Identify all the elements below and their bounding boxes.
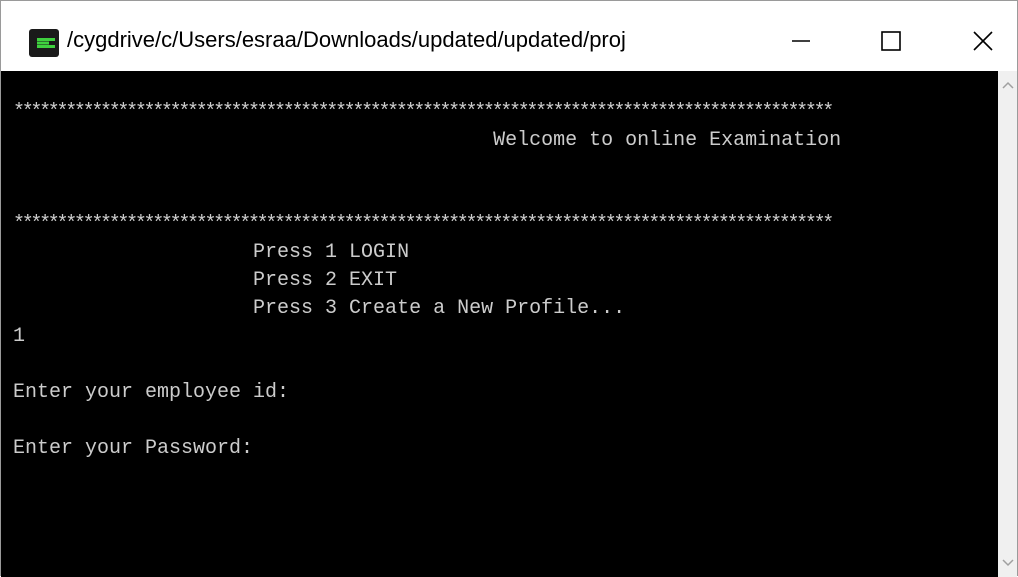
- maximize-button[interactable]: [861, 17, 921, 65]
- console-line: ****************************************…: [13, 213, 834, 236]
- chevron-down-icon: [1001, 559, 1014, 567]
- minimize-button[interactable]: [771, 17, 831, 65]
- window-title: /cygdrive/c/Users/esraa/Downloads/update…: [67, 27, 626, 52]
- close-button[interactable]: [953, 17, 1013, 65]
- chevron-up-icon: [1001, 81, 1014, 89]
- close-icon: [973, 31, 993, 51]
- maximize-icon: [881, 31, 901, 51]
- terminal-window: /cygdrive/c/Users/esraa/Downloads/update…: [0, 0, 1018, 577]
- minimize-icon: [792, 40, 810, 42]
- console-line: Press 3 Create a New Profile...: [13, 297, 626, 320]
- console-line: ****************************************…: [13, 101, 834, 124]
- console-line: Enter your employee id:: [13, 381, 290, 404]
- console-output[interactable]: ****************************************…: [1, 71, 998, 577]
- console-line: Press 1 LOGIN: [13, 241, 410, 264]
- console-lines: ****************************************…: [13, 99, 841, 547]
- console-line: 1: [13, 325, 26, 348]
- vertical-scrollbar[interactable]: [998, 71, 1017, 577]
- console-line: Welcome to online Examination: [13, 129, 842, 152]
- console-line: Press 2 EXIT: [13, 269, 398, 292]
- console-line: Enter your Password:: [13, 437, 254, 460]
- title-bar[interactable]: /cygdrive/c/Users/esraa/Downloads/update…: [1, 1, 1017, 71]
- cygwin-terminal-icon[interactable]: [29, 29, 59, 57]
- scroll-up-button[interactable]: [998, 75, 1017, 95]
- scroll-down-button[interactable]: [998, 553, 1017, 573]
